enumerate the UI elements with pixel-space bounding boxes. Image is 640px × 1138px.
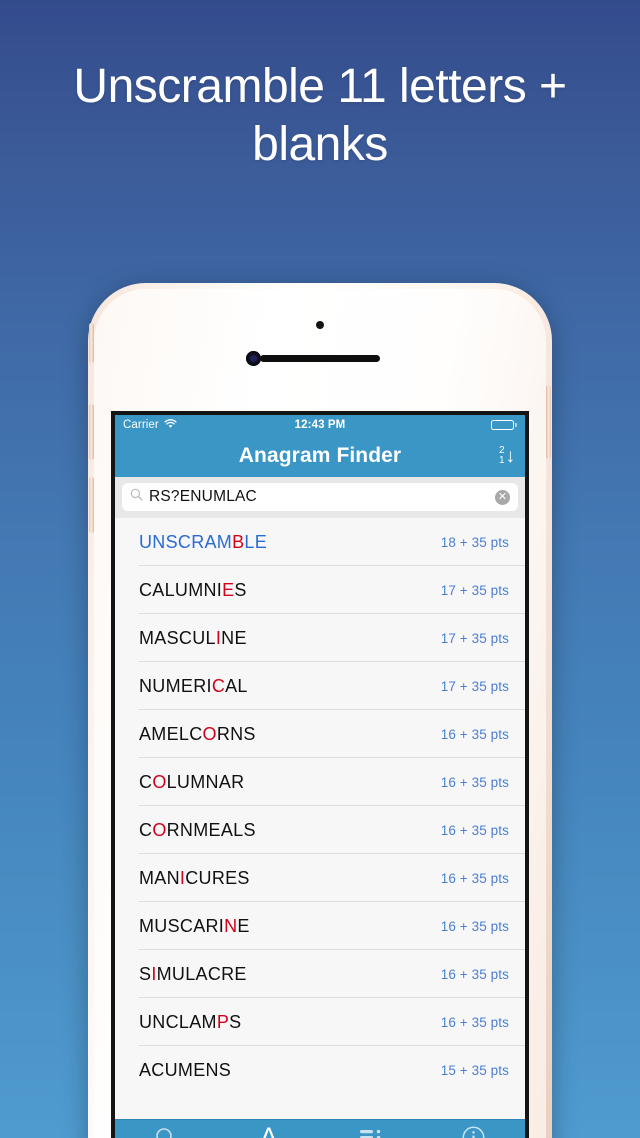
blank-letter: O [152,771,167,792]
sort-order-numbers: 2 1 [499,446,505,466]
app-screen: Carrier 12:43 PM Anagram Finder 2 1 ↓ RS… [115,415,525,1138]
result-score: 16 + 35 pts [440,1014,509,1030]
result-score: 16 + 35 pts [440,966,509,982]
letter-a-icon: A [260,1123,278,1138]
screen-bezel: Carrier 12:43 PM Anagram Finder 2 1 ↓ RS… [111,411,529,1138]
tab-bar[interactable]: Search A Anagrams [115,1119,525,1138]
phone-mockup: Carrier 12:43 PM Anagram Finder 2 1 ↓ RS… [88,283,552,1138]
result-word: MANICURES [139,867,250,888]
search-icon [155,1126,177,1138]
battery-icon [491,419,515,431]
search-bar-container: RS?ENUMLAC ✕ [115,477,525,518]
blank-letter: I [215,627,222,648]
table-row[interactable]: SIMULACRE 16 + 35 pts [115,950,525,998]
proximity-sensor-dot [316,321,324,329]
volume-up-button[interactable] [89,477,94,533]
blank-letter: I [151,963,157,984]
result-word: NUMERICAL [139,675,248,696]
result-word: CALUMNIES [139,579,247,600]
table-row[interactable]: MASCULINE 17 + 35 pts [115,614,525,662]
blank-letter: C [211,675,226,696]
wifi-icon [164,418,177,432]
blank-letter: P [216,1011,230,1032]
clear-icon[interactable]: ✕ [495,489,510,505]
blank-letter: O [152,819,167,840]
result-score: 16 + 35 pts [440,774,509,790]
phone-body: Carrier 12:43 PM Anagram Finder 2 1 ↓ RS… [89,289,551,1138]
result-score: 16 + 35 pts [440,726,509,742]
tab-lists[interactable]: Lists [320,1120,423,1138]
table-row[interactable]: ACUMENS 15 + 35 pts [115,1046,525,1094]
blank-letter: B [232,531,245,552]
tab-search[interactable]: Search [115,1120,218,1138]
battery-cap [515,423,517,427]
table-row[interactable]: MANICURES 16 + 35 pts [115,854,525,902]
mute-switch[interactable] [89,323,94,363]
list-icon [359,1126,383,1138]
result-score: 17 + 35 pts [440,630,509,646]
power-button[interactable] [546,385,551,459]
table-row[interactable]: CORNMEALS 16 + 35 pts [115,806,525,854]
result-score: 16 + 35 pts [440,918,509,934]
blank-letter: O [202,723,217,744]
info-circle-icon [462,1126,485,1138]
blank-letter: I [179,867,186,888]
result-word: MUSCARINE [139,915,250,936]
result-word: CORNMEALS [139,819,256,840]
table-row[interactable]: COLUMNAR 16 + 35 pts [115,758,525,806]
table-row[interactable]: UNSCRAMBLE 18 + 35 pts [115,518,525,566]
nav-bar: Anagram Finder 2 1 ↓ [115,435,525,477]
status-bar: Carrier 12:43 PM [115,415,525,435]
status-bar-right [491,419,517,431]
app-title: Anagram Finder [238,444,402,467]
result-word: UNCLAMPS [139,1011,242,1032]
volume-down-button[interactable] [89,404,94,460]
front-camera-icon [246,351,261,366]
status-bar-left: Carrier [123,418,177,432]
arrow-down-icon: ↓ [505,445,516,467]
result-word: SIMULACRE [139,963,247,984]
blank-letter: N [224,915,238,936]
result-word: MASCULINE [139,627,247,648]
result-score: 17 + 35 pts [440,582,509,598]
table-row[interactable]: CALUMNIES 17 + 35 pts [115,566,525,614]
result-score: 15 + 35 pts [440,1062,509,1078]
search-input[interactable]: RS?ENUMLAC ✕ [122,483,518,511]
tab-about[interactable]: About [423,1120,526,1138]
table-row[interactable]: MUSCARINE 16 + 35 pts [115,902,525,950]
search-query-text[interactable]: RS?ENUMLAC [149,488,495,506]
result-score: 18 + 35 pts [440,534,509,550]
table-row[interactable]: NUMERICAL 17 + 35 pts [115,662,525,710]
tab-anagrams[interactable]: A Anagrams [218,1120,321,1138]
search-icon [130,488,143,506]
result-score: 16 + 35 pts [440,822,509,838]
earpiece-speaker [260,355,380,362]
table-row[interactable]: UNCLAMPS 16 + 35 pts [115,998,525,1046]
sort-descending-button[interactable]: 2 1 ↓ [499,443,515,469]
results-list[interactable]: UNSCRAMBLE 18 + 35 pts CALUMNIES 17 + 35 pt… [115,518,525,1094]
page-title: Unscramble 11 letters + blanks [73,60,567,171]
result-word: UNSCRAMBLE [139,531,268,552]
sort-bottom-number: 1 [498,455,505,466]
result-word: AMELCORNS [139,723,256,744]
result-word: ACUMENS [139,1059,232,1080]
result-score: 16 + 35 pts [440,870,509,886]
result-word: COLUMNAR [139,771,245,792]
result-score: 17 + 35 pts [440,678,509,694]
blank-letter: E [222,579,235,600]
table-row[interactable]: AMELCORNS 16 + 35 pts [115,710,525,758]
carrier-label: Carrier [123,419,159,431]
